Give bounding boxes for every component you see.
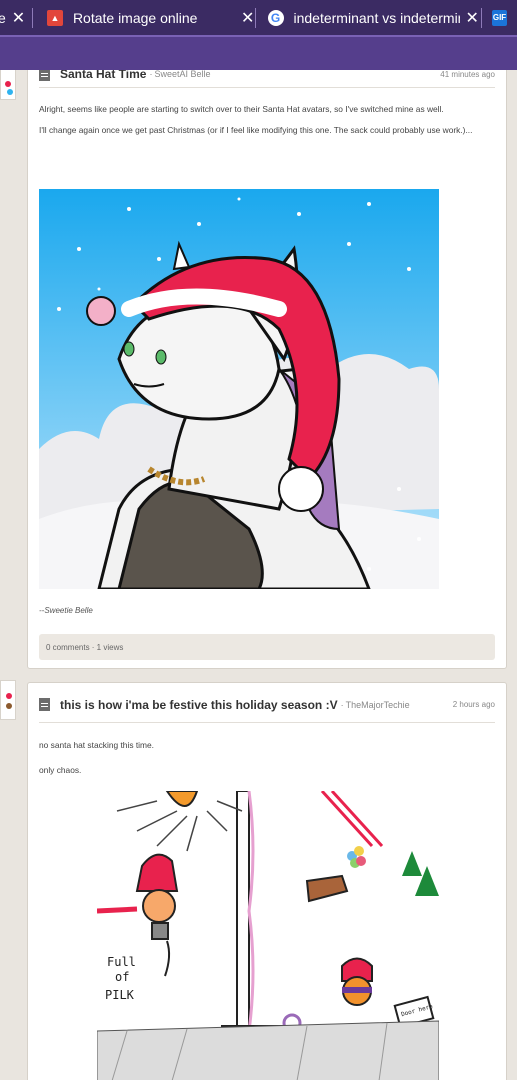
page-content: Santa Hat Time · SweetAI Belle 41 minutes… [0,70,517,1080]
tab-gif[interactable]: GIF [482,0,517,35]
post-card: Santa Hat Time · SweetAI Belle 41 minutes… [27,70,507,669]
tab-strip: e ✕ ▲ Rotate image online ✕ G indetermin… [0,0,517,35]
comments-bar[interactable]: 0 comments · 1 views [39,634,495,660]
document-icon [39,698,50,711]
festive-chaos-drawing[interactable]: Full of PILK Door here Cookys [97,791,439,1080]
post-title[interactable]: Santa Hat Time [60,70,146,81]
close-icon[interactable]: ✕ [12,8,25,28]
svg-text:of: of [115,970,129,984]
google-favicon-icon: G [267,9,284,26]
close-icon[interactable]: ✕ [466,8,479,28]
post-paragraph: Alright, seems like people are starting … [39,104,444,114]
post-body: no santa hat stacking this time. only ch… [39,739,486,777]
rotate-image-favicon-icon: ▲ [46,9,63,26]
post-header: this is how i'ma be festive this holiday… [39,687,495,723]
gif-favicon-icon: GIF [492,9,508,26]
santa-pony-image[interactable] [39,189,439,589]
post-author[interactable]: · SweetAI Belle [149,70,210,79]
pilk-label: Full [107,955,136,969]
tab-partial[interactable]: e ✕ [0,0,32,35]
close-icon[interactable]: ✕ [241,8,254,28]
post-stats[interactable]: 0 comments · 1 views [46,643,123,652]
post-time: 2 hours ago [452,700,495,709]
post-header: Santa Hat Time · SweetAI Belle 41 minutes… [39,70,495,88]
post-title[interactable]: this is how i'ma be festive this holiday… [60,698,338,712]
tab-rotate-image[interactable]: ▲ Rotate image online ✕ [33,0,255,35]
author-avatar[interactable] [0,680,16,720]
post-signature: --Sweetie Belle [39,606,93,615]
svg-text:PILK: PILK [105,988,135,1002]
post-paragraph: no santa hat stacking this time. [39,740,154,750]
tab-google-search[interactable]: G indeterminant vs indeterminat ✕ [256,0,482,35]
post-body: Alright, seems like people are starting … [39,103,486,137]
browser-toolbar [0,35,517,70]
post-paragraph: I'll change again once we get past Chris… [39,125,473,135]
post-paragraph: only chaos. [39,765,82,775]
post-time: 41 minutes ago [440,70,495,79]
post-author[interactable]: · TheMajorTechie [341,700,410,710]
post-card: this is how i'ma be festive this holiday… [27,682,507,1080]
document-icon [39,70,50,81]
author-avatar[interactable] [0,70,16,100]
